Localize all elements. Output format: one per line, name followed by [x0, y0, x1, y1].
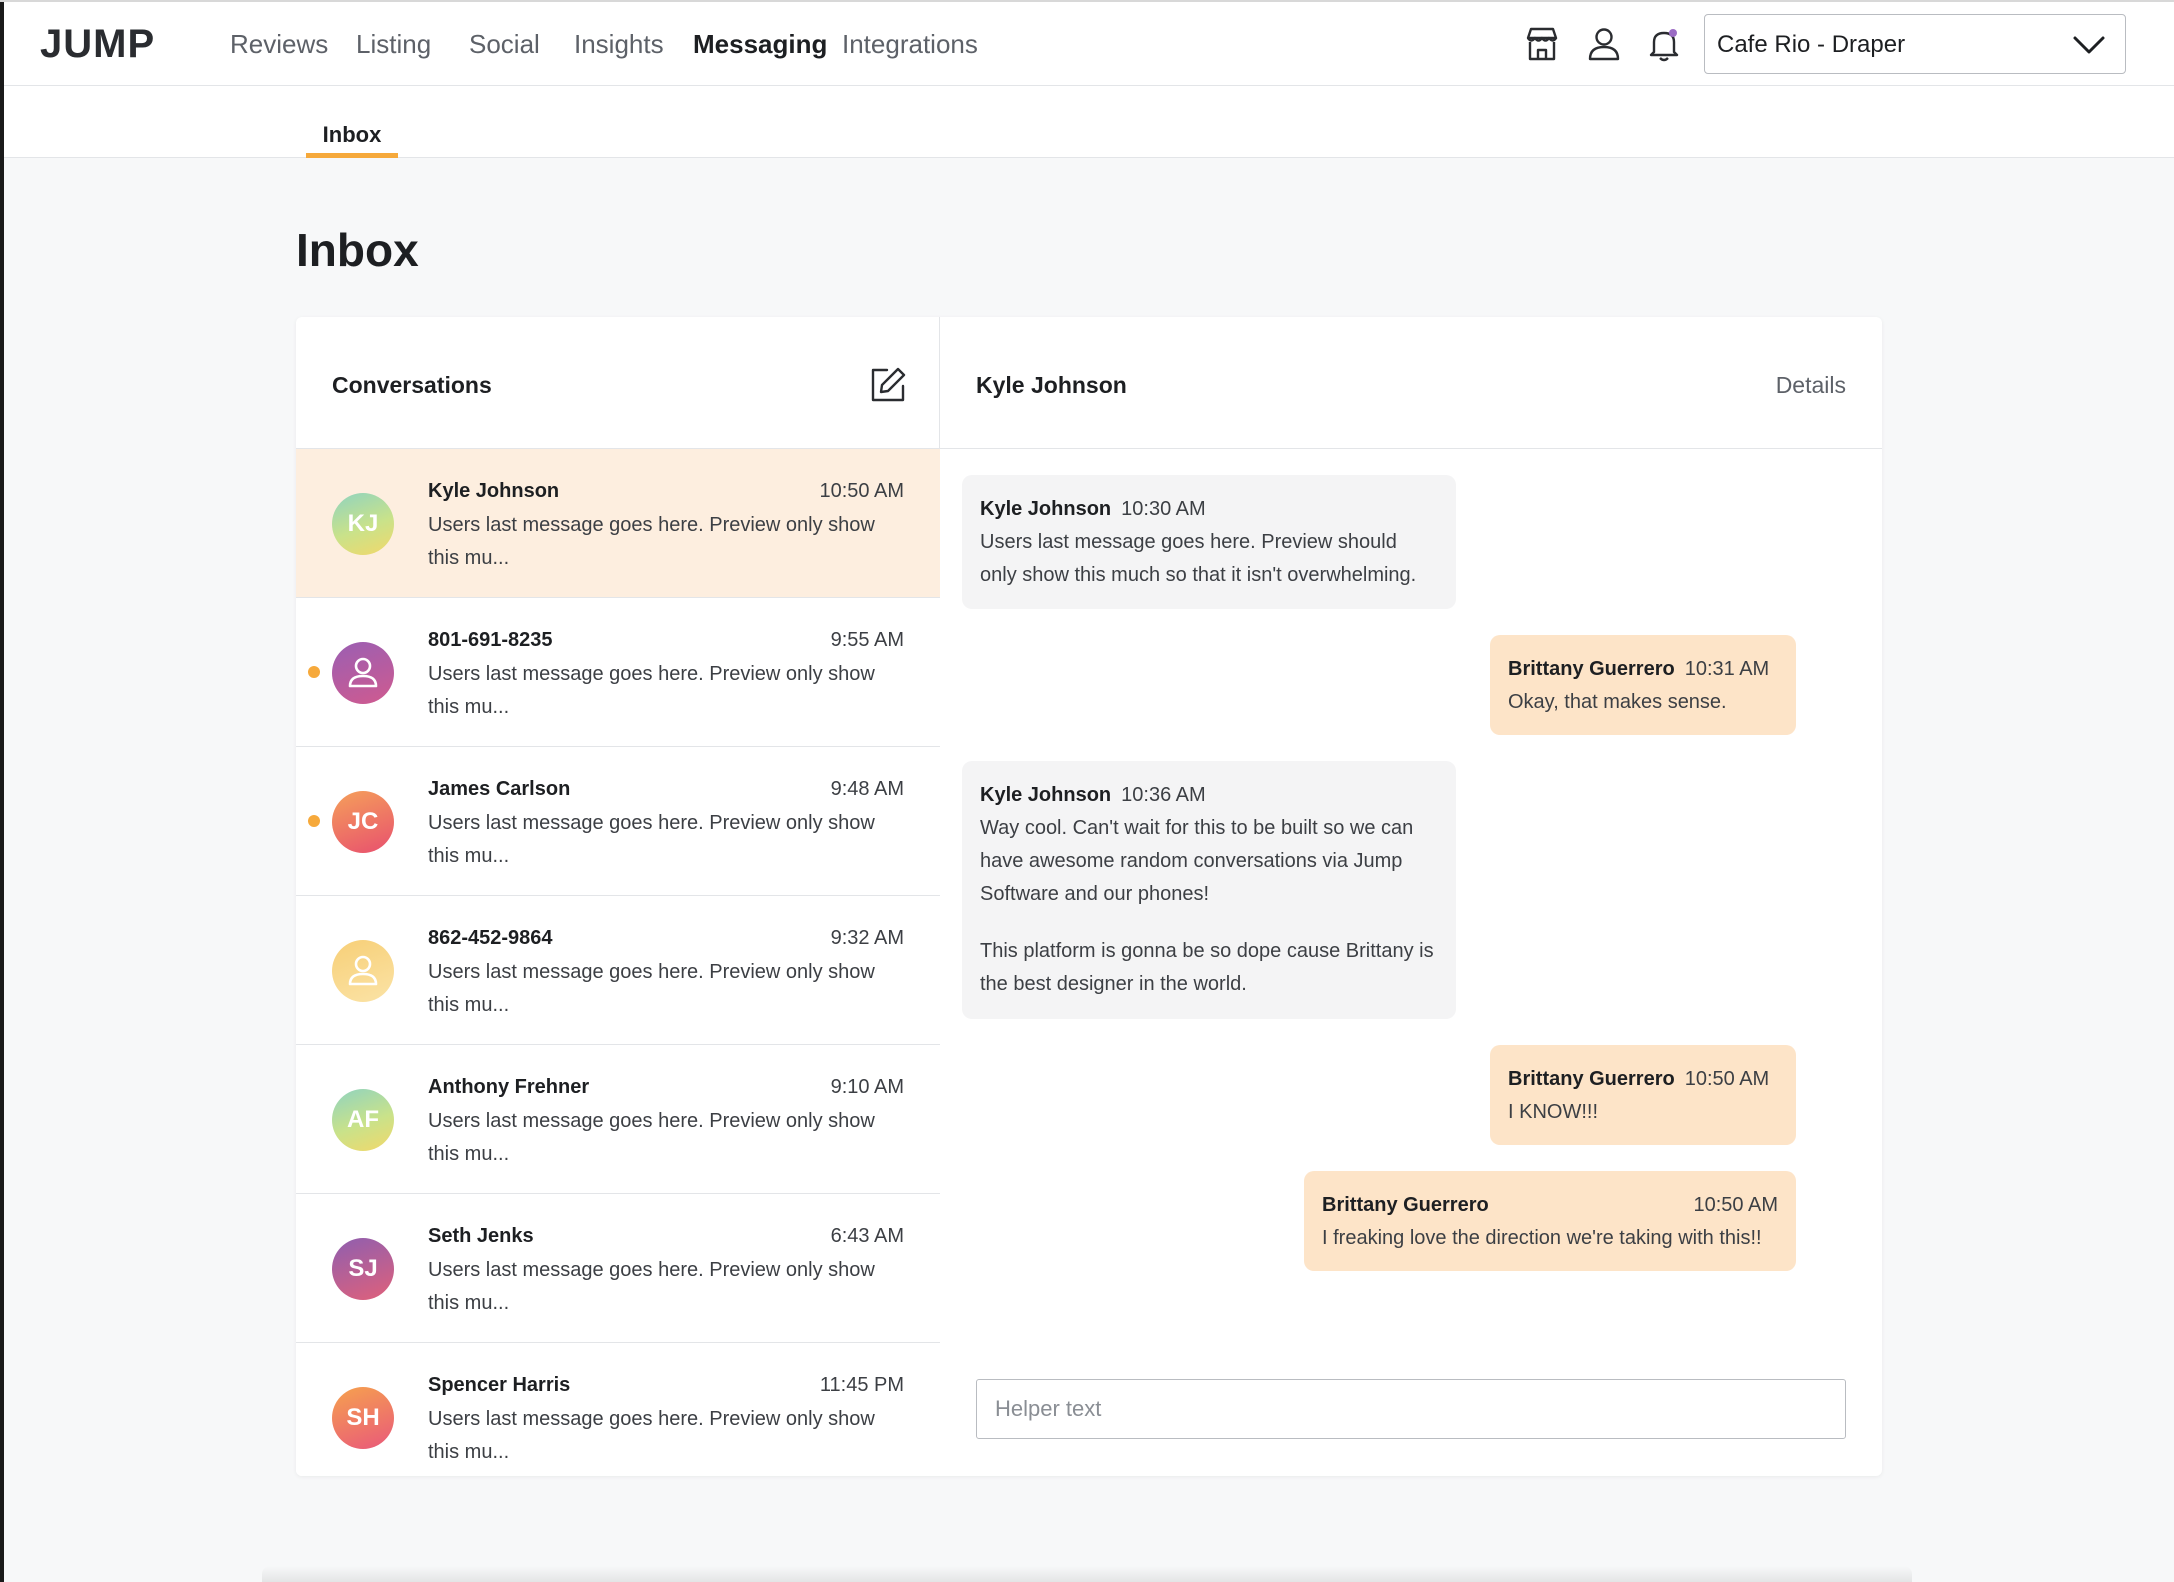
conversation-preview: Users last message goes here. Preview on…	[428, 663, 875, 718]
message-thread: Kyle Johnson Details Kyle Johnson 10:30 A…	[940, 317, 1882, 1476]
window-edge	[0, 0, 4, 1582]
compose-icon[interactable]	[868, 365, 908, 405]
user-icon[interactable]	[1584, 24, 1624, 64]
conversation-time: 11:45 PM	[819, 1374, 904, 1396]
page-title: Inbox	[296, 224, 419, 276]
nav-social[interactable]: Social	[469, 26, 540, 62]
thread-contact-name: Kyle Johnson	[976, 372, 1127, 398]
conversations-title: Conversations	[332, 372, 492, 398]
conversation-preview: Users last message goes here. Preview on…	[428, 812, 875, 867]
sub-navigation: Inbox	[4, 86, 2174, 158]
conversation-item[interactable]: AF Anthony Frehner 9:10 AM Users last me…	[296, 1045, 940, 1194]
message-text: I freaking love the direction we're taki…	[1322, 1227, 1762, 1249]
conversation-name: Anthony Frehner	[428, 1076, 590, 1098]
chevron-down-icon	[2073, 36, 2105, 54]
message-text: Users last message goes here. Preview sh…	[980, 531, 1417, 586]
conversation-name: James Carlson	[428, 778, 571, 800]
avatar: SH	[332, 1387, 394, 1449]
conversation-time: 9:10 AM	[830, 1076, 904, 1098]
conversation-time: 9:32 AM	[830, 927, 904, 949]
conversations-header: Conversations	[296, 317, 940, 449]
user-placeholder-icon	[348, 657, 378, 688]
message-sender: Brittany Guerrero	[1322, 1194, 1489, 1216]
conversation-item[interactable]: SH Spencer Harris 11:45 PM Users last me…	[296, 1343, 940, 1476]
conversation-item[interactable]: KJ Kyle Johnson 10:50 AM Users last mess…	[296, 449, 940, 598]
tab-inbox[interactable]: Inbox	[306, 122, 398, 158]
jump-logo[interactable]: JUMP	[40, 22, 155, 66]
message-bubble-outgoing: Brittany Guerrero 10:31 AM Okay, that mak…	[1490, 635, 1796, 735]
conversation-item[interactable]: 801-691-8235 9:55 AM Users last message …	[296, 598, 940, 747]
avatar	[332, 642, 394, 704]
user-placeholder-icon	[348, 955, 378, 986]
conversation-time: 9:55 AM	[830, 629, 904, 651]
conversation-preview: Users last message goes here. Preview on…	[428, 514, 875, 569]
conversation-time: 6:43 AM	[830, 1225, 904, 1247]
conversation-preview: Users last message goes here. Preview on…	[428, 1408, 875, 1463]
conversation-item[interactable]: SJ Seth Jenks 6:43 AM Users last message…	[296, 1194, 940, 1343]
conversations-panel: Conversations KJ Kyle Johnson 10:50 AM U…	[296, 317, 940, 1476]
message-sender: Brittany Guerrero	[1508, 658, 1675, 680]
message-bubble-incoming: Kyle Johnson 10:36 AM Way cool. Can't wai…	[962, 761, 1456, 1019]
message-sender: Kyle Johnson	[980, 784, 1112, 806]
bell-icon[interactable]	[1644, 24, 1684, 64]
nav-messaging[interactable]: Messaging	[693, 26, 827, 62]
message-time: 10:50 AM	[1693, 1194, 1778, 1216]
message-bubble-outgoing: Brittany Guerrero 10:50 AM I freaking lov…	[1304, 1171, 1796, 1271]
avatar: KJ	[332, 493, 394, 555]
location-select-value: Cafe Rio - Draper	[1717, 31, 1906, 58]
unread-indicator	[308, 815, 320, 827]
conversation-name: Spencer Harris	[428, 1374, 571, 1396]
message-sender: Kyle Johnson	[980, 498, 1112, 520]
message-time: 10:30 AM	[1121, 498, 1206, 520]
avatar: JC	[332, 791, 394, 853]
message-text: Okay, that makes sense.	[1508, 691, 1727, 713]
nav-reviews[interactable]: Reviews	[230, 26, 328, 62]
message-sender: Brittany Guerrero	[1508, 1068, 1675, 1090]
conversation-name: Seth Jenks	[428, 1225, 534, 1247]
thread-header: Kyle Johnson Details	[940, 317, 1882, 449]
conversation-item[interactable]: 862-452-9864 9:32 AM Users last message …	[296, 896, 940, 1045]
message-reply-input[interactable]	[976, 1379, 1846, 1439]
message-text: I KNOW!!!	[1508, 1101, 1598, 1123]
message-time: 10:36 AM	[1121, 784, 1206, 806]
storefront-icon[interactable]	[1522, 24, 1562, 64]
conversation-time: 9:48 AM	[830, 778, 904, 800]
conversation-preview: Users last message goes here. Preview on…	[428, 1110, 875, 1165]
location-select[interactable]: Cafe Rio - Draper	[1704, 14, 2126, 74]
inbox-card: Conversations KJ Kyle Johnson 10:50 AM U…	[296, 317, 1882, 1476]
avatar: AF	[332, 1089, 394, 1151]
avatar: SJ	[332, 1238, 394, 1300]
conversation-name: Kyle Johnson	[428, 480, 560, 502]
message-text: This platform is gonna be so dope cause …	[980, 940, 1434, 995]
conversation-list: KJ Kyle Johnson 10:50 AM Users last mess…	[296, 449, 940, 1476]
conversation-time: 10:50 AM	[819, 480, 904, 502]
top-navigation: JUMP Reviews Listing Social Insights Mes…	[4, 2, 2174, 86]
bottom-panel-edge	[262, 1566, 1912, 1582]
details-link[interactable]: Details	[1776, 371, 1846, 399]
nav-listing[interactable]: Listing	[356, 26, 431, 62]
avatar	[332, 940, 394, 1002]
conversation-item[interactable]: JC James Carlson 9:48 AM Users last mess…	[296, 747, 940, 896]
message-time: 10:31 AM	[1684, 658, 1770, 680]
message-bubble-incoming: Kyle Johnson 10:30 AM Users last message …	[962, 475, 1456, 609]
conversation-name: 862-452-9864	[428, 927, 553, 949]
nav-insights[interactable]: Insights	[574, 26, 664, 62]
message-bubble-outgoing: Brittany Guerrero 10:50 AM I KNOW!!!	[1490, 1045, 1796, 1145]
message-time: 10:50 AM	[1684, 1068, 1770, 1090]
conversation-preview: Users last message goes here. Preview on…	[428, 961, 875, 1016]
message-text: Way cool. Can't wait for this to be buil…	[980, 817, 1414, 905]
conversation-name: 801-691-8235	[428, 629, 553, 651]
unread-indicator	[308, 666, 320, 678]
nav-integrations[interactable]: Integrations	[842, 26, 978, 62]
conversation-preview: Users last message goes here. Preview on…	[428, 1259, 875, 1314]
